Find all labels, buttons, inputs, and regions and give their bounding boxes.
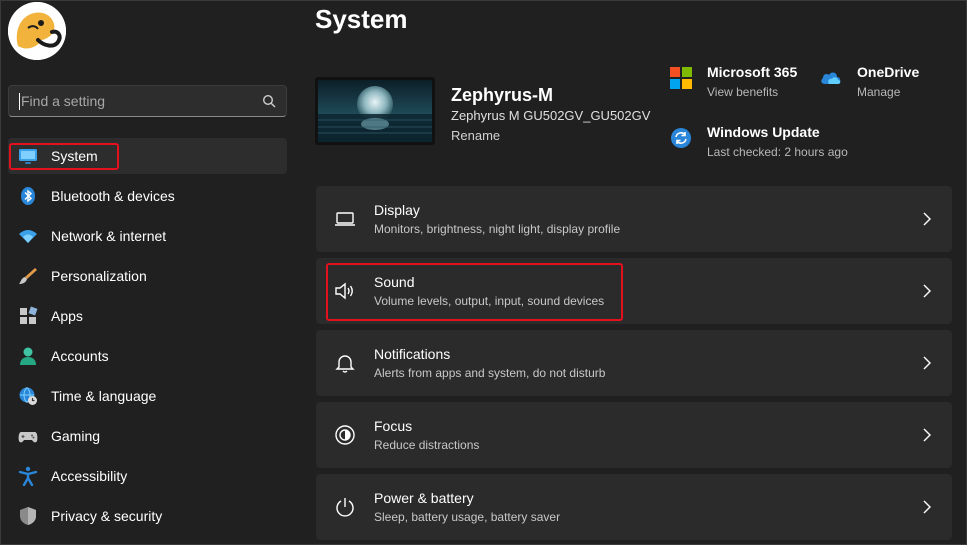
power-icon — [334, 496, 356, 518]
wifi-icon — [18, 226, 38, 246]
chevron-right-icon — [922, 500, 932, 514]
quick-link-subtitle: View benefits — [707, 85, 779, 99]
globe-clock-icon — [18, 386, 38, 406]
windows-update-link[interactable]: Windows Update Last checked: 2 hours ago — [670, 124, 848, 159]
card-focus[interactable]: Focus Reduce distractions — [316, 402, 952, 468]
card-subtitle: Reduce distractions — [374, 438, 480, 452]
display-icon — [334, 208, 356, 230]
card-subtitle: Sleep, battery usage, battery saver — [374, 510, 561, 524]
text-cursor — [19, 92, 20, 110]
sidebar-nav: System Bluetooth & devices Network & int… — [8, 138, 287, 538]
sidebar: System Bluetooth & devices Network & int… — [0, 0, 300, 545]
quick-link-subtitle: Manage — [857, 85, 901, 99]
sidebar-item-label: Accessibility — [51, 468, 128, 484]
card-title: Notifications — [374, 346, 451, 362]
sidebar-item-network[interactable]: Network & internet — [8, 218, 287, 254]
sidebar-item-label: Bluetooth & devices — [51, 188, 175, 204]
sidebar-item-accessibility[interactable]: Accessibility — [8, 458, 287, 494]
quick-link-title: Windows Update — [707, 124, 820, 140]
apps-icon — [18, 306, 38, 326]
rename-link[interactable]: Rename — [451, 128, 500, 143]
search-input[interactable] — [21, 93, 262, 109]
sidebar-item-privacy[interactable]: Privacy & security — [8, 498, 287, 534]
refresh-icon — [670, 127, 692, 149]
quick-link-title: Microsoft 365 — [707, 64, 798, 80]
search-icon[interactable] — [262, 94, 276, 108]
page-title: System — [315, 4, 408, 34]
microsoft-logo-icon — [670, 67, 692, 89]
card-sound[interactable]: Sound Volume levels, output, input, soun… — [316, 258, 952, 324]
sidebar-item-personalization[interactable]: Personalization — [8, 258, 287, 294]
card-display[interactable]: Display Monitors, brightness, night ligh… — [316, 186, 952, 252]
sidebar-item-label: Network & internet — [51, 228, 167, 244]
main-content: System Zephyrus-M Zephyrus M GU502GV_GU5… — [300, 0, 967, 545]
accessibility-icon — [18, 466, 38, 486]
quick-link-title: OneDrive — [857, 64, 920, 80]
card-subtitle: Alerts from apps and system, do not dist… — [374, 366, 606, 380]
card-title: Power & battery — [374, 490, 474, 506]
card-power-battery[interactable]: Power & battery Sleep, battery usage, ba… — [316, 474, 952, 540]
bluetooth-icon — [18, 186, 38, 206]
shield-icon — [18, 506, 38, 526]
card-subtitle: Monitors, brightness, night light, displ… — [374, 222, 621, 236]
sidebar-item-accounts[interactable]: Accounts — [8, 338, 287, 374]
card-title: Display — [374, 202, 420, 218]
sidebar-item-apps[interactable]: Apps — [8, 298, 287, 334]
highlight-box — [9, 143, 119, 170]
sidebar-item-label: Personalization — [51, 268, 147, 284]
card-title: Focus — [374, 418, 413, 434]
brush-icon — [18, 266, 38, 286]
sidebar-item-gaming[interactable]: Gaming — [8, 418, 287, 454]
person-icon — [18, 346, 38, 366]
sidebar-item-label: Time & language — [51, 388, 157, 404]
chevron-right-icon — [922, 428, 932, 442]
focus-icon — [334, 424, 356, 446]
chevron-right-icon — [922, 356, 932, 370]
sidebar-item-label: Gaming — [51, 428, 101, 444]
gamepad-icon — [18, 426, 38, 446]
sidebar-item-time-language[interactable]: Time & language — [8, 378, 287, 414]
search-box[interactable] — [8, 85, 287, 117]
bell-icon — [334, 352, 356, 374]
cloud-icon — [820, 67, 842, 89]
chevron-right-icon — [922, 284, 932, 298]
sidebar-item-system[interactable]: System — [8, 138, 287, 174]
sidebar-item-label: Privacy & security — [51, 508, 163, 524]
microsoft-365-link[interactable]: Microsoft 365 View benefits — [670, 64, 797, 99]
device-model: Zephyrus M GU502GV_GU502GV — [451, 108, 651, 123]
sidebar-item-label: Apps — [51, 308, 83, 324]
chevron-right-icon — [922, 212, 932, 226]
quick-link-subtitle: Last checked: 2 hours ago — [707, 145, 848, 159]
sidebar-item-label: Accounts — [51, 348, 109, 364]
avatar[interactable] — [8, 2, 66, 60]
highlight-box — [326, 263, 623, 321]
onedrive-link[interactable]: OneDrive Manage — [820, 64, 919, 99]
sidebar-item-bluetooth[interactable]: Bluetooth & devices — [8, 178, 287, 214]
card-notifications[interactable]: Notifications Alerts from apps and syste… — [316, 330, 952, 396]
settings-list: Display Monitors, brightness, night ligh… — [316, 186, 952, 545]
device-name: Zephyrus-M — [451, 85, 554, 105]
device-wallpaper-image — [315, 77, 435, 145]
